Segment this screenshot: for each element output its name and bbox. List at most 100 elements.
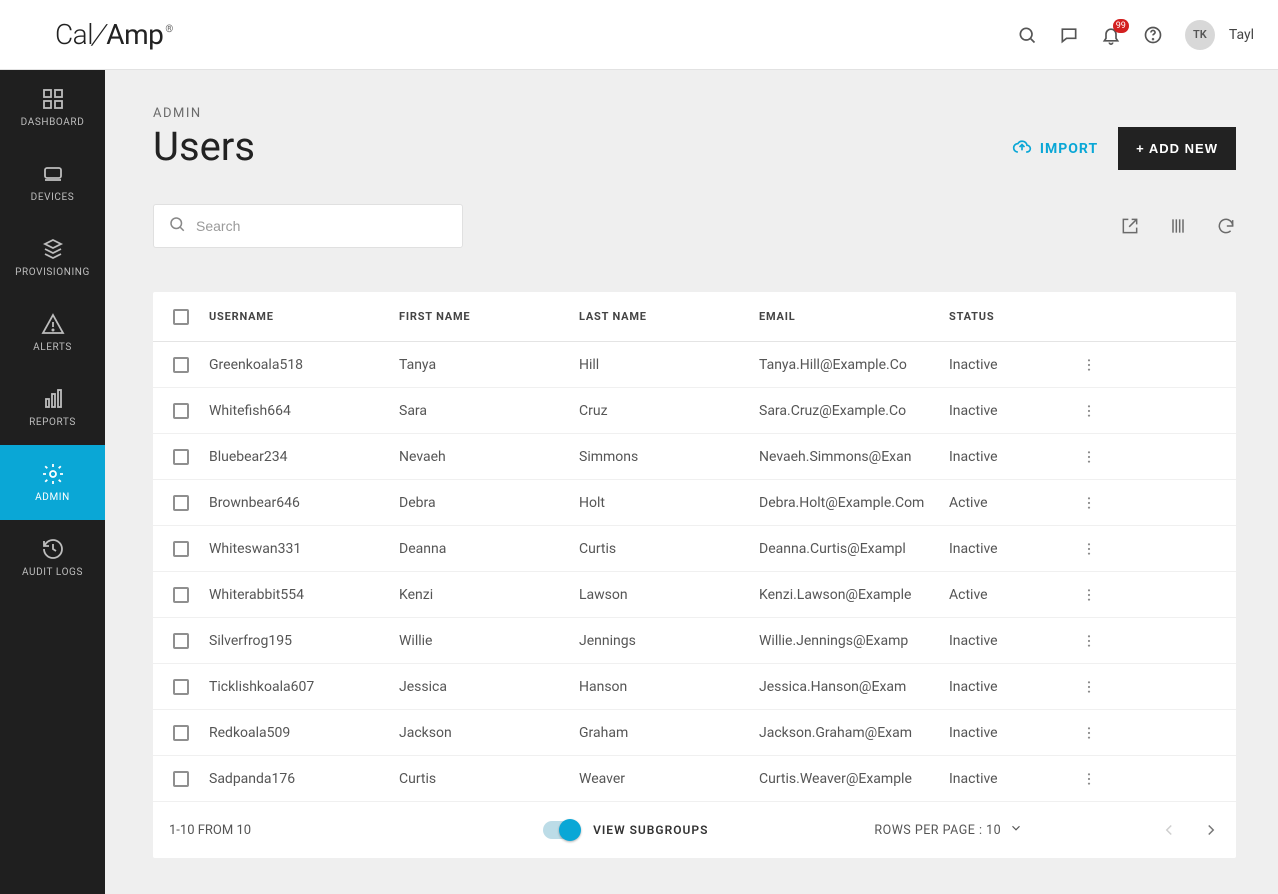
row-checkbox[interactable] xyxy=(173,633,189,649)
table-row[interactable]: Redkoala509JacksonGrahamJackson.Graham@E… xyxy=(153,710,1236,756)
cell-status: Inactive xyxy=(949,449,1069,465)
row-checkbox[interactable] xyxy=(173,449,189,465)
prev-page-button[interactable] xyxy=(1160,821,1178,839)
cell-email: Kenzi.Lawson@Example xyxy=(759,587,949,603)
main-content: ADMIN Users IMPORT + ADD NEW xyxy=(105,70,1278,894)
sidebar-item-devices[interactable]: DEVICES xyxy=(0,145,105,220)
sidebar-item-dashboard[interactable]: DASHBOARD xyxy=(0,70,105,145)
cell-username: Whiterabbit554 xyxy=(209,587,399,603)
logo-part1: Cal xyxy=(55,18,93,51)
cell-lastname: Curtis xyxy=(579,541,759,557)
cell-email: Curtis.Weaver@Example xyxy=(759,771,949,787)
row-checkbox[interactable] xyxy=(173,725,189,741)
row-checkbox[interactable] xyxy=(173,403,189,419)
cell-firstname: Jessica xyxy=(399,679,579,695)
table-row[interactable]: Whitefish664SaraCruzSara.Cruz@Example.Co… xyxy=(153,388,1236,434)
col-status[interactable]: STATUS xyxy=(949,310,1069,323)
row-menu-button[interactable] xyxy=(1069,357,1109,373)
refresh-icon[interactable] xyxy=(1216,216,1236,236)
help-icon[interactable] xyxy=(1143,25,1163,45)
row-menu-button[interactable] xyxy=(1069,541,1109,557)
logo-slash: / xyxy=(91,18,107,51)
row-checkbox[interactable] xyxy=(173,771,189,787)
cell-email: Debra.Holt@Example.Com xyxy=(759,495,949,511)
table-header: USERNAME FIRST NAME LAST NAME EMAIL STAT… xyxy=(153,292,1236,342)
sidebar-item-provisioning[interactable]: PROVISIONING xyxy=(0,220,105,295)
row-checkbox[interactable] xyxy=(173,679,189,695)
row-menu-button[interactable] xyxy=(1069,725,1109,741)
col-lastname[interactable]: LAST NAME xyxy=(579,310,759,323)
sidebar-item-label: AUDIT LOGS xyxy=(22,567,83,578)
import-label: IMPORT xyxy=(1040,141,1098,157)
row-menu-button[interactable] xyxy=(1069,771,1109,787)
table-row[interactable]: Whiteswan331DeannaCurtisDeanna.Curtis@Ex… xyxy=(153,526,1236,572)
cell-firstname: Kenzi xyxy=(399,587,579,603)
cell-username: Ticklishkoala607 xyxy=(209,679,399,695)
cell-email: Willie.Jennings@Examp xyxy=(759,633,949,649)
messages-icon[interactable] xyxy=(1059,25,1079,45)
cell-username: Brownbear646 xyxy=(209,495,399,511)
cell-email: Nevaeh.Simmons@Exan xyxy=(759,449,949,465)
cell-status: Inactive xyxy=(949,679,1069,695)
import-button[interactable]: IMPORT xyxy=(1012,137,1098,161)
sidebar-item-reports[interactable]: REPORTS xyxy=(0,370,105,445)
view-subgroups-label: VIEW SUBGROUPS xyxy=(593,823,708,837)
export-icon[interactable] xyxy=(1120,216,1140,236)
row-checkbox[interactable] xyxy=(173,541,189,557)
sidebar-item-admin[interactable]: ADMIN xyxy=(0,445,105,520)
row-checkbox[interactable] xyxy=(173,357,189,373)
search-input[interactable] xyxy=(196,218,448,234)
table-row[interactable]: Ticklishkoala607JessicaHansonJessica.Han… xyxy=(153,664,1236,710)
table-row[interactable]: Sadpanda176CurtisWeaverCurtis.Weaver@Exa… xyxy=(153,756,1236,802)
history-icon xyxy=(41,537,65,561)
col-firstname[interactable]: FIRST NAME xyxy=(399,310,579,323)
row-menu-button[interactable] xyxy=(1069,449,1109,465)
notif-badge: 99 xyxy=(1113,19,1129,33)
row-menu-button[interactable] xyxy=(1069,495,1109,511)
rows-per-page[interactable]: ROWS PER PAGE : 10 xyxy=(874,821,1023,839)
select-all-checkbox[interactable] xyxy=(173,309,189,325)
row-menu-button[interactable] xyxy=(1069,633,1109,649)
cell-firstname: Debra xyxy=(399,495,579,511)
avatar[interactable]: TK xyxy=(1185,20,1215,50)
row-menu-button[interactable] xyxy=(1069,679,1109,695)
col-username[interactable]: USERNAME xyxy=(209,310,399,323)
gear-icon xyxy=(41,462,65,486)
next-page-button[interactable] xyxy=(1202,821,1220,839)
cell-firstname: Sara xyxy=(399,403,579,419)
row-checkbox[interactable] xyxy=(173,587,189,603)
search-box[interactable] xyxy=(153,204,463,248)
table-row[interactable]: Bluebear234NevaehSimmonsNevaeh.Simmons@E… xyxy=(153,434,1236,480)
add-new-button[interactable]: + ADD NEW xyxy=(1118,127,1236,170)
col-email[interactable]: EMAIL xyxy=(759,310,949,323)
columns-icon[interactable] xyxy=(1168,216,1188,236)
cell-email: Jessica.Hanson@Exam xyxy=(759,679,949,695)
table-row[interactable]: Whiterabbit554KenziLawsonKenzi.Lawson@Ex… xyxy=(153,572,1236,618)
view-subgroups-toggle[interactable] xyxy=(543,821,579,839)
topbar-actions: 99 TK Tayl xyxy=(1017,20,1254,50)
cell-lastname: Hill xyxy=(579,357,759,373)
provisioning-icon xyxy=(41,237,65,261)
cell-lastname: Jennings xyxy=(579,633,759,649)
table-row[interactable]: Greenkoala518TanyaHillTanya.Hill@Example… xyxy=(153,342,1236,388)
cell-firstname: Tanya xyxy=(399,357,579,373)
table-row[interactable]: Brownbear646DebraHoltDebra.Holt@Example.… xyxy=(153,480,1236,526)
table-row[interactable]: Silverfrog195WillieJenningsWillie.Jennin… xyxy=(153,618,1236,664)
search-icon[interactable] xyxy=(1017,25,1037,45)
row-checkbox[interactable] xyxy=(173,495,189,511)
sidebar-item-label: ADMIN xyxy=(35,492,70,503)
cell-email: Tanya.Hill@Example.Co xyxy=(759,357,949,373)
brand-logo: Cal / Amp ® xyxy=(55,18,173,51)
sidebar-item-auditlogs[interactable]: AUDIT LOGS xyxy=(0,520,105,595)
sidebar-item-alerts[interactable]: ALERTS xyxy=(0,295,105,370)
user-name: Tayl xyxy=(1229,27,1254,43)
notifications-icon[interactable]: 99 xyxy=(1101,25,1121,45)
devices-icon xyxy=(41,162,65,186)
cell-lastname: Lawson xyxy=(579,587,759,603)
row-menu-button[interactable] xyxy=(1069,587,1109,603)
row-menu-button[interactable] xyxy=(1069,403,1109,419)
cell-firstname: Jackson xyxy=(399,725,579,741)
cell-email: Jackson.Graham@Exam xyxy=(759,725,949,741)
reports-icon xyxy=(41,387,65,411)
cell-status: Inactive xyxy=(949,541,1069,557)
